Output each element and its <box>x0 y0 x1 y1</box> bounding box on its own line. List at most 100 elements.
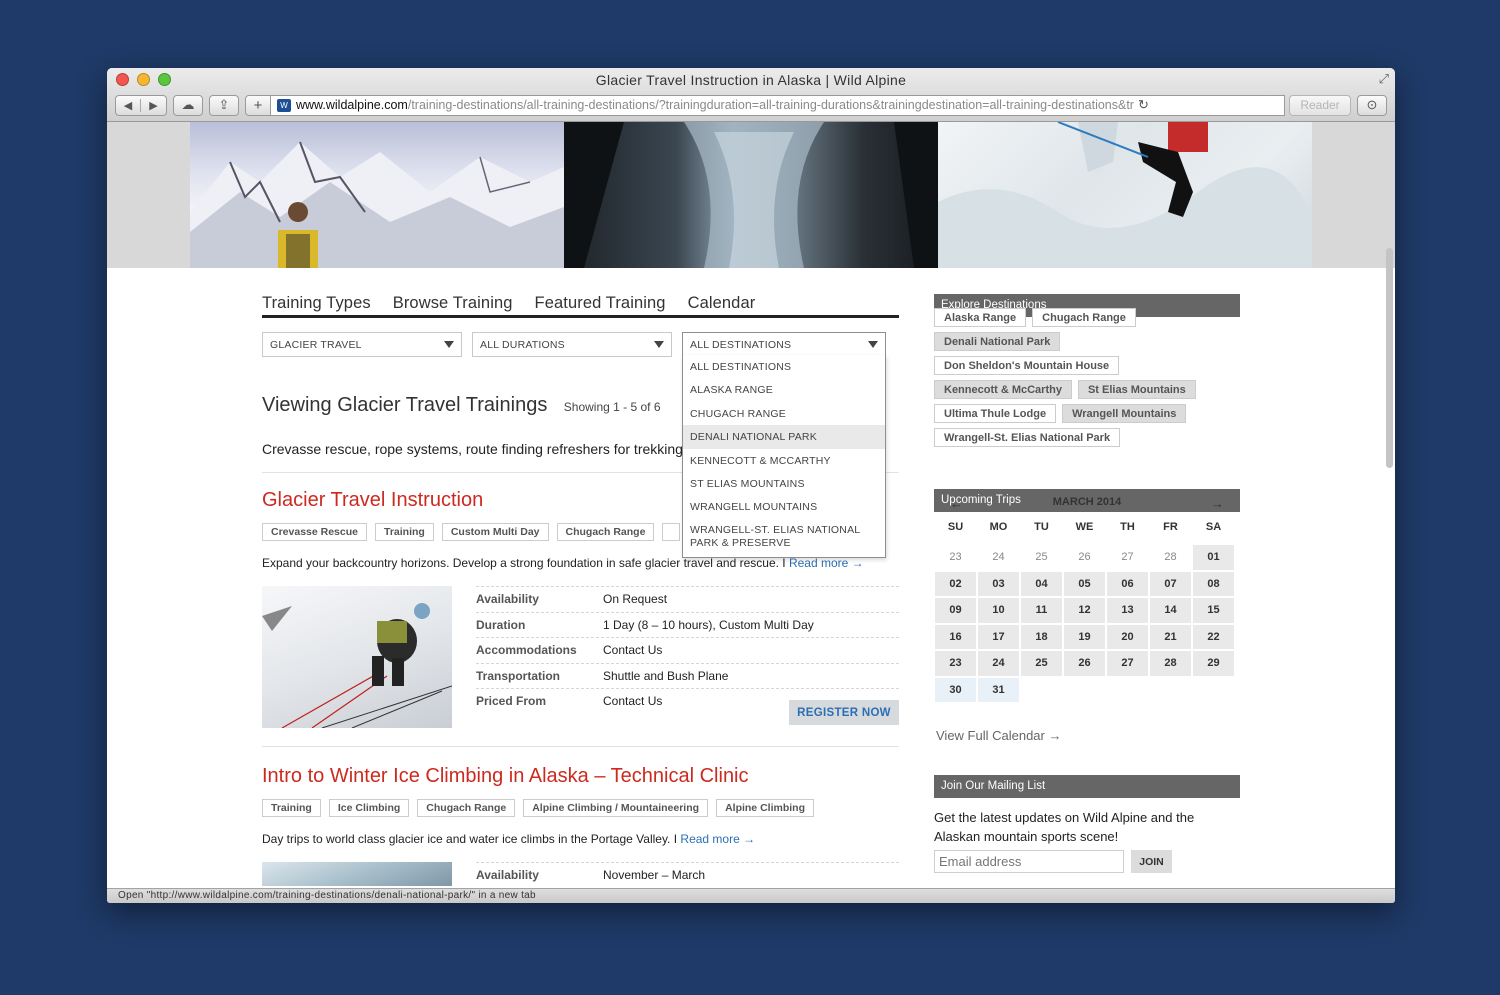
calendar-day[interactable]: 19 <box>1064 624 1105 649</box>
calendar-day[interactable]: 14 <box>1150 598 1191 623</box>
url-field[interactable]: W www.wildalpine.com /training-destinati… <box>271 94 1285 116</box>
training-type-select[interactable]: GLACIER TRAVEL <box>262 332 462 357</box>
add-bookmark-button[interactable]: + <box>245 94 271 116</box>
register-now-button[interactable]: REGISTER NOW <box>789 700 899 725</box>
calendar-day[interactable]: 10 <box>978 598 1019 623</box>
destination-link[interactable]: Don Sheldon's Mountain House <box>934 356 1120 375</box>
weekday-label: FR <box>1163 521 1178 533</box>
calendar-day[interactable]: 15 <box>1193 598 1234 623</box>
calendar-day[interactable]: 12 <box>1064 598 1105 623</box>
read-more-link[interactable]: Read more → <box>789 556 864 570</box>
calendar-day[interactable]: 13 <box>1107 598 1148 623</box>
destination-link[interactable]: Denali National Park <box>934 332 1061 351</box>
back-button[interactable]: ◀ <box>116 98 141 112</box>
destination-select[interactable]: ALL DESTINATIONS <box>682 332 886 357</box>
destination-link[interactable]: St Elias Mountains <box>1077 380 1196 399</box>
reload-icon[interactable]: ↻ <box>1138 97 1149 113</box>
weekday-label: TU <box>1034 521 1049 533</box>
destination-link[interactable]: Ultima Thule Lodge <box>934 404 1057 423</box>
join-button[interactable]: JOIN <box>1131 850 1172 873</box>
dropdown-option-highlighted[interactable]: DENALI NATIONAL PARK <box>683 425 885 449</box>
calendar-day[interactable]: 17 <box>978 624 1019 649</box>
tag-link[interactable]: Custom Multi Day <box>441 523 549 541</box>
icloud-tabs-button[interactable]: ☁ <box>173 94 203 116</box>
view-full-calendar-link[interactable]: View Full Calendar → <box>936 728 1061 743</box>
calendar-day[interactable]: 07 <box>1150 571 1191 596</box>
detail-value: Contact Us <box>603 643 663 658</box>
dropdown-arrow-icon <box>654 341 664 348</box>
email-input[interactable] <box>934 850 1124 873</box>
detail-row: Duration 1 Day (8 – 10 hours), Custom Mul… <box>476 611 899 638</box>
dropdown-option[interactable]: ST ELIAS MOUNTAINS <box>683 472 885 495</box>
calendar-day[interactable]: 20 <box>1107 624 1148 649</box>
dropdown-option[interactable]: CHUGACH RANGE <box>683 402 885 425</box>
dropdown-option[interactable]: WRANGELL-ST. ELIAS NATIONAL PARK & PRESE… <box>683 519 885 550</box>
calendar-day[interactable]: 02 <box>935 571 976 596</box>
calendar-day[interactable]: 26 <box>1064 651 1105 676</box>
tag-link[interactable] <box>662 523 681 541</box>
calendar-day[interactable]: 31 <box>978 677 1019 702</box>
destination-link[interactable]: Wrangell Mountains <box>1062 404 1187 423</box>
calendar-day[interactable]: 16 <box>935 624 976 649</box>
filter-bar: GLACIER TRAVEL ALL DURATIONS ALL DESTINA… <box>262 332 886 357</box>
page-scrollbar[interactable] <box>1386 248 1393 468</box>
calendar-day[interactable]: 24 <box>978 651 1019 676</box>
tab-training-types[interactable]: Training Types <box>262 294 371 315</box>
download-icon: ⊙ <box>1366 97 1378 112</box>
tab-browse-training[interactable]: Browse Training <box>393 294 513 315</box>
calendar-day[interactable]: 28 <box>1150 651 1191 676</box>
dropdown-option[interactable]: KENNECOTT & MCCARTHY <box>683 449 885 472</box>
calendar-day[interactable]: 30 <box>935 677 976 702</box>
calendar-day[interactable]: 04 <box>1021 571 1062 596</box>
calendar-day[interactable]: 01 <box>1193 545 1234 570</box>
calendar-day[interactable]: 25 <box>1021 651 1062 676</box>
downloads-button[interactable]: ⊙ <box>1357 94 1387 116</box>
calendar-day[interactable]: 03 <box>978 571 1019 596</box>
duration-select[interactable]: ALL DURATIONS <box>472 332 672 357</box>
training-tags: Training Ice Climbing Chugach Range Alpi… <box>262 799 814 817</box>
calendar-day[interactable]: 29 <box>1193 651 1234 676</box>
calendar-day[interactable]: 05 <box>1064 571 1105 596</box>
dropdown-option[interactable]: ALASKA RANGE <box>683 378 885 401</box>
calendar-day[interactable]: 18 <box>1021 624 1062 649</box>
calendar-day[interactable]: 09 <box>935 598 976 623</box>
calendar-day[interactable]: 06 <box>1107 571 1148 596</box>
page-viewport: Training Types Browse Training Featured … <box>107 122 1395 888</box>
forward-button[interactable]: ▶ <box>141 99 166 112</box>
destination-link[interactable]: Alaska Range <box>934 308 1027 327</box>
tag-link[interactable]: Chugach Range <box>417 799 516 817</box>
tab-featured-training[interactable]: Featured Training <box>535 294 666 315</box>
next-month-arrow-icon[interactable]: → <box>1211 496 1224 511</box>
read-more-link[interactable]: Read more → <box>680 832 755 846</box>
destination-link[interactable]: Chugach Range <box>1032 308 1136 327</box>
tag-link[interactable]: Training <box>374 523 434 541</box>
training-title-link[interactable]: Intro to Winter Ice Climbing in Alaska –… <box>262 765 749 788</box>
training-title-link[interactable]: Glacier Travel Instruction <box>262 489 483 512</box>
tag-link[interactable]: Alpine Climbing <box>716 799 814 817</box>
calendar-day[interactable]: 08 <box>1193 571 1234 596</box>
tag-link[interactable]: Alpine Climbing / Mountaineering <box>523 799 709 817</box>
dropdown-option[interactable]: WRANGELL MOUNTAINS <box>683 495 885 518</box>
calendar-day[interactable]: 21 <box>1150 624 1191 649</box>
tag-link[interactable]: Training <box>262 799 321 817</box>
detail-label: Priced From <box>476 694 547 709</box>
reader-button[interactable]: Reader <box>1289 94 1351 116</box>
destination-link[interactable]: Kennecott & McCarthy <box>934 380 1072 399</box>
detail-label: Accommodations <box>476 643 577 658</box>
destination-link[interactable]: Wrangell-St. Elias National Park <box>934 428 1121 447</box>
result-count: Showing 1 - 5 of 6 <box>563 400 661 414</box>
training-thumbnail[interactable] <box>262 862 452 886</box>
calendar-day[interactable]: 11 <box>1021 598 1062 623</box>
calendar-day[interactable]: 23 <box>935 651 976 676</box>
tag-link[interactable]: Crevasse Rescue <box>262 523 367 541</box>
tag-link[interactable]: Chugach Range <box>556 523 655 541</box>
share-button[interactable]: ⇪ <box>209 94 239 116</box>
dropdown-option[interactable]: ALL DESTINATIONS <box>683 355 885 378</box>
training-thumbnail[interactable] <box>262 586 453 729</box>
tab-calendar[interactable]: Calendar <box>688 294 756 315</box>
share-icon: ⇪ <box>218 97 230 112</box>
fullscreen-icon[interactable]: ⤢ <box>1379 71 1389 87</box>
calendar-day[interactable]: 27 <box>1107 651 1148 676</box>
calendar-day[interactable]: 22 <box>1193 624 1234 649</box>
tag-link[interactable]: Ice Climbing <box>328 799 410 817</box>
